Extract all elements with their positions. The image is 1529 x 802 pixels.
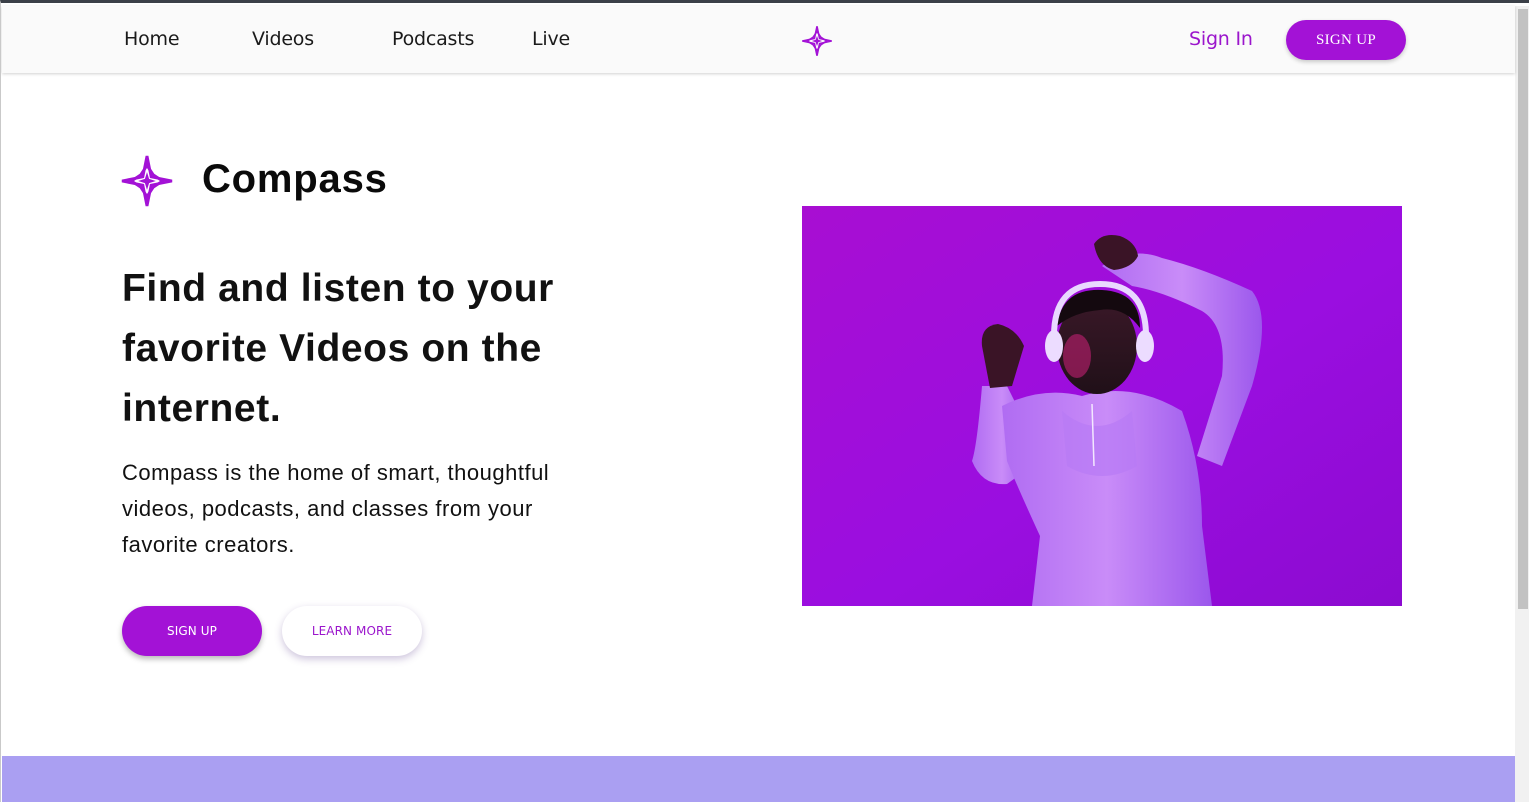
browser-viewport: Home Videos Podcasts Live Sign In SIGN U… — [0, 0, 1529, 802]
sign-in-link[interactable]: Sign In — [1189, 28, 1253, 50]
brand-name: Compass — [202, 157, 388, 201]
compass-star-icon[interactable] — [801, 25, 833, 57]
top-navbar: Home Videos Podcasts Live Sign In SIGN U… — [2, 6, 1515, 73]
dancing-man-photo — [802, 206, 1402, 606]
nav-link-live[interactable]: Live — [532, 28, 570, 50]
learn-more-button[interactable]: LEARN MORE — [282, 606, 422, 656]
nav-link-videos[interactable]: Videos — [252, 28, 314, 50]
nav-link-podcasts[interactable]: Podcasts — [392, 28, 474, 50]
hero-image — [802, 206, 1402, 606]
hero-sign-up-button[interactable]: SIGN UP — [122, 606, 262, 656]
nav-sign-up-button[interactable]: SIGN UP — [1286, 20, 1406, 60]
compass-star-icon — [121, 155, 173, 207]
nav-link-home[interactable]: Home — [124, 28, 180, 50]
hero-headline: Find and listen to your favorite Videos … — [122, 267, 554, 430]
scrollbar-thumb[interactable] — [1518, 9, 1528, 609]
hero-subtext: Compass is the home of smart, thoughtful… — [122, 460, 550, 557]
footer-band — [2, 756, 1515, 802]
